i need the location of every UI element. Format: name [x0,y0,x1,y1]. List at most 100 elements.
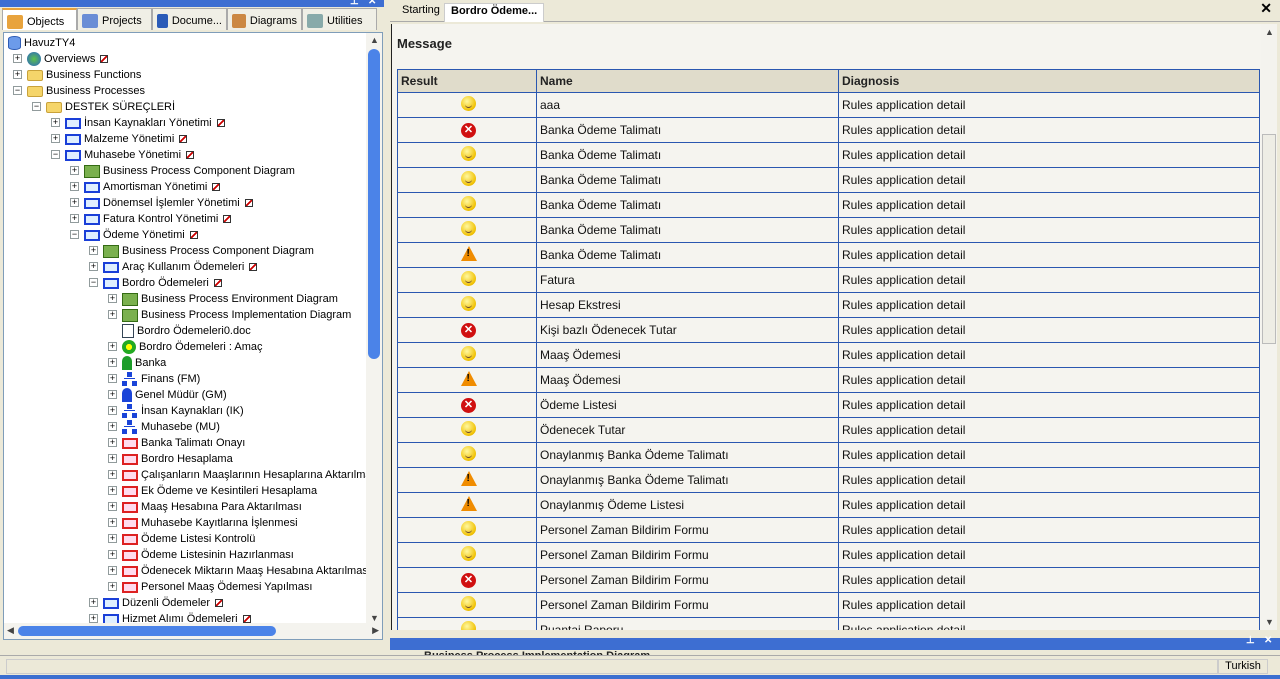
table-row[interactable]: ✕ Personel Zaman Bildirim Formu Rules appl… [397,567,1260,593]
expand-icon[interactable]: + [89,246,98,255]
close-icon[interactable]: ✕ [368,0,376,7]
table-row[interactable]: Banka Ödeme TalimatıRules application de… [397,217,1260,243]
table-row[interactable]: Onaylanmış Ödeme ListesiRules applicatio… [397,492,1260,518]
expand-icon[interactable]: + [108,486,117,495]
vertical-scrollbar[interactable]: ▲ ▼ [366,33,382,625]
tree-item[interactable]: İnsan Kaynakları (IK) [122,403,244,419]
collapse-icon[interactable]: − [32,102,41,111]
diagnosis-cell[interactable]: Rules application detail [838,167,1260,193]
scroll-down-icon[interactable]: ▼ [370,613,379,623]
tab-diagrams[interactable]: Diagrams [227,8,302,30]
table-row[interactable]: Puantaj Raporu Rules application detail [397,617,1260,630]
expand-icon[interactable]: + [70,214,79,223]
expand-icon[interactable]: + [108,566,117,575]
expand-icon[interactable]: + [89,614,98,623]
table-row[interactable]: Personel Zaman Bildirim Formu Rules appli… [397,542,1260,568]
table-row[interactable]: Onaylanmış Banka Ödeme TalimatıRules app… [397,467,1260,493]
expand-icon[interactable]: + [70,166,79,175]
tree-item[interactable]: Bordro Ödemeleri : Amaç [122,339,263,355]
tree-item[interactable]: Ödeme Yönetimi [84,227,198,243]
tree-item[interactable]: Düzenli Ödemeler [103,595,224,611]
content-scrollbar[interactable]: ▲ ▼ [1261,24,1277,630]
tree-item[interactable]: Business Processes [27,83,145,99]
tree-item[interactable]: Banka [122,355,166,371]
tree-item[interactable]: Ek Ödeme ve Kesintileri Hesaplama [122,483,317,499]
table-row[interactable]: Maaş ÖdemesiRules application detail [397,342,1260,368]
column-result[interactable]: Result [397,69,537,93]
diagnosis-cell[interactable]: Rules application detail [838,242,1260,268]
tree-item[interactable]: Genel Müdür (GM) [122,387,227,403]
tab-starting[interactable]: Starting [396,3,446,22]
tree-item[interactable]: Bordro Ödemeleri0.doc [122,323,251,339]
expand-icon[interactable]: + [108,422,117,431]
diagnosis-cell[interactable]: Rules application detail [838,92,1260,118]
expand-icon[interactable]: + [108,470,117,479]
diagnosis-cell[interactable]: Rules application detail [838,367,1260,393]
table-row[interactable]: Banka Ödeme TalimatıRules application de… [397,142,1260,168]
tree-item[interactable]: Personel Maaş Ödemesi Yapılması [122,579,312,595]
expand-icon[interactable]: + [70,198,79,207]
diagnosis-cell[interactable]: Rules application detail [838,567,1260,593]
expand-icon[interactable]: + [108,502,117,511]
diagnosis-cell[interactable]: Rules application detail [838,392,1260,418]
tree-item[interactable]: HavuzTY4 [8,35,75,51]
collapse-icon[interactable]: − [13,86,22,95]
scroll-thumb[interactable] [1262,134,1276,344]
table-row[interactable]: Banka Ödeme TalimatıRules application de… [397,167,1260,193]
table-row[interactable]: Maaş ÖdemesiRules application detail [397,367,1260,393]
tree-item[interactable]: DESTEK SÜREÇLERİ [46,99,175,115]
expand-icon[interactable]: + [108,342,117,351]
expand-icon[interactable]: + [108,534,117,543]
tree-item[interactable]: Business Process Implementation Diagram [122,307,351,323]
tree-item[interactable]: Çalışanların Maaşlarının Hesaplarına Akt… [122,467,380,483]
tree-item[interactable]: Ödeme Listesi Kontrolü [122,531,255,547]
tab-bordro-odeme[interactable]: Bordro Ödeme... [444,3,545,22]
tab-docume[interactable]: Docume... [152,8,227,30]
expand-icon[interactable]: + [70,182,79,191]
expand-icon[interactable]: + [108,582,117,591]
expand-icon[interactable]: + [108,358,117,367]
scroll-up-icon[interactable]: ▲ [1265,27,1274,37]
table-row[interactable]: ✕ Banka Ödeme Talimatı Rules application d… [397,117,1260,143]
tree-item[interactable]: Muhasebe (MU) [122,419,220,435]
diagnosis-cell[interactable]: Rules application detail [838,292,1260,318]
table-row[interactable]: ✕ Ödeme Listesi Rules application detail [397,392,1260,418]
table-row[interactable]: Banka Ödeme TalimatıRules application de… [397,192,1260,218]
expand-icon[interactable]: + [108,550,117,559]
expand-icon[interactable]: + [51,134,60,143]
tree-item[interactable]: Ödenecek Miktarın Maaş Hesabına Aktarılm… [122,563,380,579]
tree-item[interactable]: Araç Kullanım Ödemeleri [103,259,258,275]
expand-icon[interactable]: + [108,294,117,303]
tree-item[interactable]: İnsan Kaynakları Yönetimi [65,115,225,131]
tree-item[interactable]: Bordro Ödemeleri [103,275,222,291]
expand-icon[interactable]: + [108,310,117,319]
expand-icon[interactable]: + [108,438,117,447]
close-icon[interactable]: ✕ [1264,635,1272,646]
collapse-icon[interactable]: − [89,278,98,287]
tree-item[interactable]: Business Process Component Diagram [103,243,314,259]
diagnosis-cell[interactable]: Rules application detail [838,442,1260,468]
tree-item[interactable]: Business Process Component Diagram [84,163,295,179]
scroll-left-icon[interactable]: ◀ [7,625,14,636]
diagnosis-cell[interactable]: Rules application detail [838,492,1260,518]
tree-item[interactable]: Finans (FM) [122,371,200,387]
diagnosis-cell[interactable]: Rules application detail [838,267,1260,293]
expand-icon[interactable]: + [13,54,22,63]
tree-item[interactable]: Dönemsel İşlemler Yönetimi [84,195,253,211]
tab-objects[interactable]: Objects [2,8,77,30]
scroll-thumb[interactable] [18,626,276,636]
table-row[interactable]: Ödenecek Tutar Rules application detail [397,417,1260,443]
expand-icon[interactable]: + [13,70,22,79]
table-row[interactable]: Onaylanmış Banka Ödeme TalimatıRules app… [397,442,1260,468]
tree-item[interactable]: Business Functions [27,67,141,83]
diagnosis-cell[interactable]: Rules application detail [838,592,1260,618]
expand-icon[interactable]: + [89,262,98,271]
diagnosis-cell[interactable]: Rules application detail [838,117,1260,143]
scroll-up-icon[interactable]: ▲ [370,35,379,45]
tab-projects[interactable]: Projects [77,8,152,30]
collapse-icon[interactable]: − [70,230,79,239]
tree-item[interactable]: Business Process Environment Diagram [122,291,338,307]
table-row[interactable]: Hesap Ekstresi Rules application detail [397,292,1260,318]
expand-icon[interactable]: + [108,374,117,383]
table-row[interactable]: Personel Zaman Bildirim Formu Rules appli… [397,592,1260,618]
